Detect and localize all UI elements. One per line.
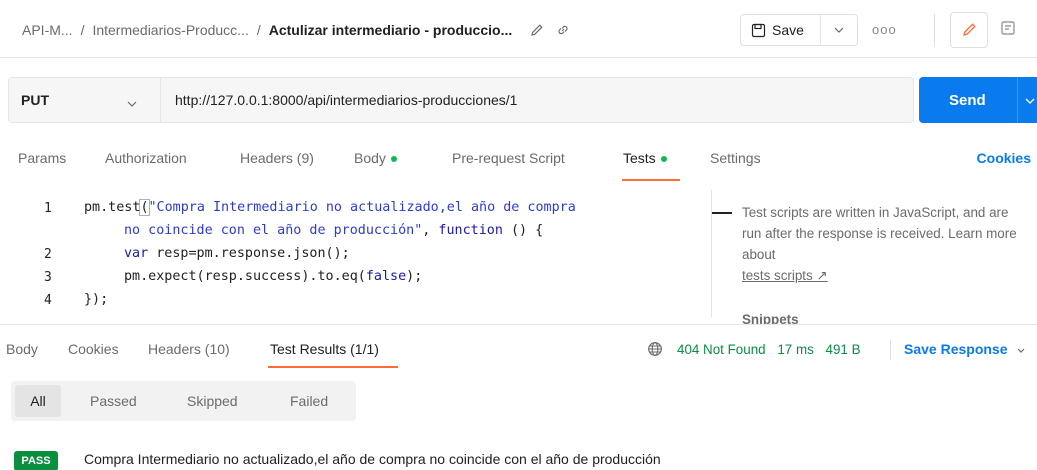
response-tabs: Body Cookies Headers (10) Test Results (… — [0, 341, 1037, 371]
line-number: 1 — [44, 201, 52, 216]
edit-documentation-button[interactable] — [950, 12, 988, 48]
breadcrumb: API-M... / Intermediarios-Producc... / A… — [22, 22, 570, 38]
filter-skipped[interactable]: Skipped — [187, 393, 238, 409]
editor-pane-divider[interactable] — [711, 190, 712, 318]
snippets-heading: Snippets — [742, 312, 799, 324]
save-icon — [751, 23, 766, 37]
send-options-chevron-down-icon[interactable] — [1025, 91, 1035, 108]
breadcrumb-folder[interactable]: Intermediarios-Producc... — [92, 22, 248, 38]
cookies-link[interactable]: Cookies — [977, 150, 1031, 166]
code-line-4: }); — [84, 292, 109, 307]
top-bar: API-M... / Intermediarios-Producc... / A… — [0, 0, 1037, 58]
tab-tests[interactable]: Tests — [623, 150, 667, 166]
code-keyword: function — [438, 223, 503, 238]
breadcrumb-separator: / — [80, 22, 85, 38]
filter-passed[interactable]: Passed — [90, 393, 137, 409]
body-indicator-dot — [390, 156, 397, 163]
response-separator — [0, 324, 1037, 325]
code-line-3: pm.expect(resp.success).to.eq(false); — [124, 269, 422, 284]
help-text: Test scripts are written in JavaScript, … — [742, 205, 1017, 262]
link-icon[interactable] — [556, 23, 570, 37]
comments-icon[interactable] — [1000, 20, 1016, 39]
breadcrumb-workspace[interactable]: API-M... — [22, 22, 73, 38]
method-value: PUT — [21, 92, 49, 108]
tab-settings[interactable]: Settings — [710, 150, 761, 166]
send-button[interactable]: Send — [919, 77, 1037, 123]
tab-tests-label: Tests — [623, 150, 656, 166]
save-button[interactable]: Save — [740, 14, 858, 46]
save-response-label: Save Response — [904, 341, 1008, 357]
tab-params[interactable]: Params — [18, 150, 66, 166]
url-input[interactable]: http://127.0.0.1:8000/api/intermediarios… — [160, 77, 914, 123]
tab-authorization[interactable]: Authorization — [105, 150, 187, 166]
test-result-filter: All Passed Skipped Failed — [11, 381, 356, 421]
code-string: "Compra Intermediario no actualizado,el … — [148, 200, 576, 215]
toolbar-divider — [934, 14, 935, 46]
code-line-2: var resp=pm.response.json(); — [124, 246, 350, 261]
request-tabs: Params Authorization Headers (9) Body Pr… — [0, 150, 1037, 184]
code-token: ); — [406, 269, 423, 284]
response-tab-headers[interactable]: Headers (10) — [148, 341, 230, 357]
tests-code-editor[interactable]: 1 2 3 4 pm.test("Compra Intermediario no… — [0, 190, 712, 320]
method-select[interactable]: PUT — [8, 77, 160, 123]
code-token: , — [422, 223, 439, 238]
tests-indicator-dot — [660, 156, 667, 163]
save-label: Save — [772, 22, 804, 38]
filter-failed[interactable]: Failed — [290, 393, 328, 409]
tests-help-pane: Test scripts are written in JavaScript, … — [742, 202, 1022, 286]
send-label: Send — [949, 91, 986, 109]
save-main-button[interactable]: Save — [741, 15, 821, 45]
save-options-chevron-down-icon[interactable] — [821, 27, 857, 33]
code-keyword: false — [365, 269, 407, 284]
chevron-down-icon — [1017, 348, 1025, 353]
globe-icon[interactable] — [647, 341, 663, 360]
breadcrumb-request-name[interactable]: Actulizar intermediario - produccio... — [269, 22, 512, 38]
response-tab-cookies[interactable]: Cookies — [68, 341, 119, 357]
status-divider — [890, 340, 891, 360]
test-result-name: Compra Intermediario no actualizado,el a… — [84, 451, 661, 467]
editor-scrollbar[interactable] — [712, 212, 732, 214]
rename-pencil-icon[interactable] — [530, 23, 544, 37]
line-number: 4 — [44, 293, 52, 308]
active-tab-underline — [622, 179, 680, 181]
response-tab-test-results[interactable]: Test Results (1/1) — [270, 341, 379, 357]
tab-body-label: Body — [354, 150, 386, 166]
chevron-down-icon — [127, 94, 137, 110]
request-url-bar: PUT http://127.0.0.1:8000/api/intermedia… — [8, 77, 1037, 123]
status-code[interactable]: 404 Not Found — [677, 342, 766, 357]
tests-scripts-link[interactable]: tests scripts ↗ — [742, 268, 828, 283]
code-token: pm.test — [84, 200, 141, 215]
save-response-button[interactable]: Save Response — [904, 341, 1025, 357]
line-number: 2 — [44, 247, 52, 262]
code-token: () { — [502, 223, 544, 238]
code-line-1-wrap: no coincide con el año de producción", f… — [124, 223, 543, 238]
code-token: pm.expect(resp.success).to.eq( — [124, 269, 366, 284]
response-status: 404 Not Found 17 ms 491 B — [677, 342, 869, 357]
code-line-1: pm.test("Compra Intermediario no actuali… — [84, 199, 576, 216]
filter-all[interactable]: All — [15, 385, 61, 417]
pass-badge: PASS — [14, 451, 58, 470]
response-tab-body[interactable]: Body — [6, 341, 38, 357]
code-keyword: var — [124, 246, 149, 261]
code-token: resp=pm.response.json(); — [148, 246, 350, 261]
tab-prerequest-script[interactable]: Pre-request Script — [452, 150, 565, 166]
breadcrumb-separator: / — [256, 22, 261, 38]
tab-headers[interactable]: Headers (9) — [240, 150, 314, 166]
tab-body[interactable]: Body — [354, 150, 397, 166]
more-options-button[interactable]: ooo — [872, 22, 897, 37]
line-number: 3 — [44, 270, 52, 285]
code-token-bracket: ( — [139, 199, 150, 216]
response-active-tab-underline — [268, 366, 398, 368]
response-time[interactable]: 17 ms — [777, 342, 813, 357]
pencil-icon — [963, 23, 976, 36]
code-string: no coincide con el año de producción" — [124, 223, 423, 238]
send-divider — [1017, 77, 1018, 123]
response-size[interactable]: 491 B — [826, 342, 861, 357]
